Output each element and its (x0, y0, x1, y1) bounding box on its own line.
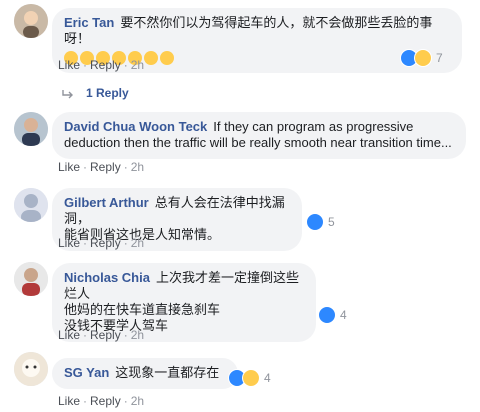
like-link[interactable]: Like (58, 394, 80, 408)
comment-actions: Like · Reply · 2h (58, 58, 145, 72)
grinning-emoji-icon (144, 50, 158, 65)
reaction-count: 4 (264, 371, 271, 385)
view-replies-link[interactable]: 1 Reply (86, 86, 129, 100)
comment-text-line2: deduction then the traffic will be reall… (64, 135, 452, 150)
author-name[interactable]: Eric Tan (64, 15, 114, 30)
author-name[interactable]: SG Yan (64, 365, 109, 380)
comment-text-line2: 他妈的在快车道直接急刹车 (64, 302, 221, 317)
author-name[interactable]: Gilbert Arthur (64, 195, 149, 210)
reply-link[interactable]: Reply (90, 236, 121, 250)
avatar-sg-yan[interactable] (14, 352, 48, 386)
timestamp[interactable]: 2h (131, 328, 144, 342)
like-icon (306, 213, 324, 231)
comment-text-line1: If they can program as progressive (213, 119, 414, 134)
comment-text: 要不然你们以为驾得起车的人，就不会做那些丢脸的事呀！ (64, 15, 433, 46)
reaction-count: 4 (340, 308, 347, 322)
comment-actions: Like · Reply · 2h (58, 236, 145, 250)
avatar-nicholas-chia[interactable] (14, 262, 48, 296)
grinning-emoji-icon (160, 50, 174, 65)
reaction-summary[interactable]: 7 (400, 48, 443, 68)
reply-link[interactable]: Reply (90, 58, 121, 72)
timestamp[interactable]: 2h (131, 394, 144, 408)
like-link[interactable]: Like (58, 328, 80, 342)
reaction-summary[interactable]: 4 (228, 368, 271, 388)
avatar-eric-tan[interactable] (14, 4, 48, 38)
like-icon (318, 306, 336, 324)
author-name[interactable]: David Chua Woon Teck (64, 119, 207, 134)
timestamp[interactable]: 2h (131, 160, 144, 174)
like-link[interactable]: Like (58, 160, 80, 174)
haha-icon (242, 369, 260, 387)
timestamp[interactable]: 2h (131, 236, 144, 250)
timestamp[interactable]: 2h (131, 58, 144, 72)
reaction-count: 7 (436, 51, 443, 65)
avatar-gilbert-arthur[interactable] (14, 188, 48, 222)
avatar-david-chua[interactable] (14, 112, 48, 146)
comment-bubble-sg-yan: SG Yan 这现象一直都存在 (52, 358, 238, 389)
like-link[interactable]: Like (58, 236, 80, 250)
reply-arrow-icon (62, 86, 74, 99)
author-name[interactable]: Nicholas Chia (64, 270, 150, 285)
reply-link[interactable]: Reply (90, 328, 121, 342)
reaction-summary[interactable]: 4 (318, 305, 347, 325)
reaction-summary[interactable]: 5 (306, 212, 335, 232)
comment-actions: Like · Reply · 2h (58, 160, 145, 174)
comment-text: 这现象一直都存在 (115, 365, 220, 380)
reaction-count: 5 (328, 215, 335, 229)
haha-icon (414, 49, 432, 67)
reply-link[interactable]: Reply (90, 160, 121, 174)
like-link[interactable]: Like (58, 58, 80, 72)
comment-actions: Like · Reply · 2h (58, 328, 145, 342)
comment-bubble-david-chua: David Chua Woon Teck If they can program … (52, 112, 466, 159)
reply-link[interactable]: Reply (90, 394, 121, 408)
comment-actions: Like · Reply · 2h (58, 394, 145, 408)
